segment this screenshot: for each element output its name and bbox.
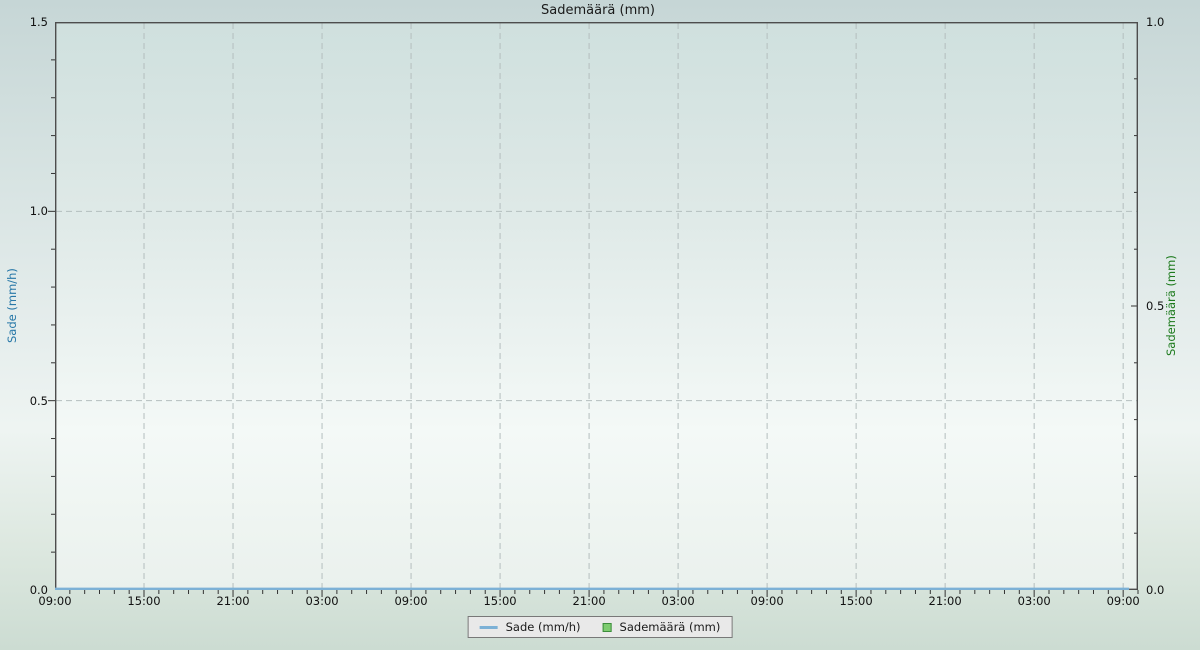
x-tick-label: 09:00: [1107, 594, 1140, 608]
y-tick-label-left: 1.0: [0, 204, 48, 218]
legend-label-sademaara: Sademäärä (mm): [620, 620, 721, 634]
y-tick-label-right: 1.0: [1146, 15, 1164, 29]
x-tick-label: 03:00: [1018, 594, 1051, 608]
x-tick-label: 21:00: [573, 594, 606, 608]
legend-item-sademaara: Sademäärä (mm): [603, 620, 721, 634]
x-tick-label: 21:00: [216, 594, 249, 608]
y-tick-label-left: 0.0: [0, 583, 48, 597]
chart-figure: Sademäärä (mm) Sade (mm/h) Sademäärä (mm…: [0, 0, 1200, 650]
x-tick-label: 15:00: [483, 594, 516, 608]
plot-canvas: [55, 22, 1138, 590]
x-tick-label: 21:00: [929, 594, 962, 608]
right-axis-label: Sademäärä (mm): [1164, 22, 1178, 590]
x-tick-label: 03:00: [305, 594, 338, 608]
x-tick-label: 03:00: [662, 594, 695, 608]
plot-frame: [56, 23, 1138, 590]
legend-item-sade: Sade (mm/h): [480, 620, 581, 634]
y-tick-label-right: 0.5: [1146, 299, 1164, 313]
x-tick-label: 15:00: [127, 594, 160, 608]
y-tick-label-right: 0.0: [1146, 583, 1164, 597]
square-marker-icon: [603, 623, 612, 632]
line-marker-icon: [480, 626, 498, 629]
left-axis-label: Sade (mm/h): [5, 22, 19, 590]
y-tick-label-left: 1.5: [0, 15, 48, 29]
x-tick-label: 09:00: [394, 594, 427, 608]
x-tick-label: 15:00: [840, 594, 873, 608]
x-tick-label: 09:00: [751, 594, 784, 608]
plot-area: [55, 22, 1138, 590]
legend: Sade (mm/h) Sademäärä (mm): [468, 616, 733, 638]
chart-title: Sademäärä (mm): [0, 3, 1196, 18]
y-tick-label-left: 0.5: [0, 394, 48, 408]
legend-label-sade: Sade (mm/h): [506, 620, 581, 634]
